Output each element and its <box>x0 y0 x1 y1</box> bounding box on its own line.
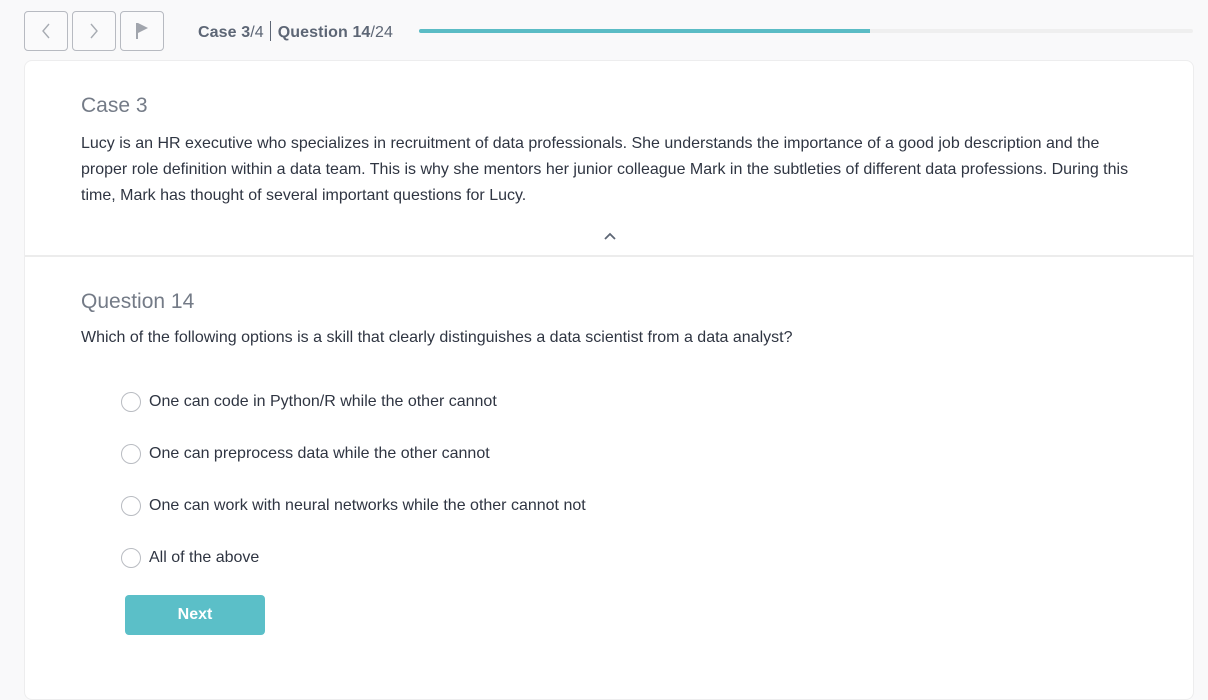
top-bar: Case 3/4 Question 14/24 <box>0 0 1208 60</box>
answer-option[interactable]: One can code in Python/R while the other… <box>121 376 586 428</box>
flag-button[interactable] <box>120 11 164 51</box>
case-current: 3 <box>241 24 251 41</box>
flag-icon <box>135 22 149 40</box>
question-total: /24 <box>370 24 393 41</box>
question-label: Question <box>277 24 348 41</box>
question-title: Question 14 <box>81 290 195 313</box>
answer-options: One can code in Python/R while the other… <box>121 376 586 584</box>
collapse-case-button[interactable] <box>601 229 619 243</box>
chevron-right-icon <box>89 23 99 39</box>
answer-option-label: One can preprocess data while the other … <box>149 445 490 462</box>
chevron-up-icon <box>604 227 616 245</box>
progress-separator <box>269 21 271 41</box>
progress-label: Case 3/4 Question 14/24 <box>198 21 393 42</box>
question-text: Which of the following options is a skil… <box>81 329 793 346</box>
case-description: Lucy is an HR executive who specializes … <box>81 135 1129 204</box>
question-current: 14 <box>352 24 371 41</box>
answer-option[interactable]: One can work with neural networks while … <box>121 480 586 532</box>
answer-option-label: All of the above <box>149 549 260 566</box>
progress-bar <box>419 29 1193 33</box>
answer-option[interactable]: One can preprocess data while the other … <box>121 428 586 480</box>
case-title: Case 3 <box>81 94 148 117</box>
case-label: Case <box>198 24 237 41</box>
progress-bar-fill <box>419 29 871 33</box>
radio-button[interactable] <box>121 392 141 412</box>
chevron-left-icon <box>41 23 51 39</box>
answer-option-label: One can work with neural networks while … <box>149 497 586 514</box>
case-section: Case 3 Lucy is an HR executive who speci… <box>25 61 1193 257</box>
radio-button[interactable] <box>121 444 141 464</box>
case-total: /4 <box>250 24 264 41</box>
next-button[interactable]: Next <box>125 595 265 635</box>
answer-option[interactable]: All of the above <box>121 532 586 584</box>
radio-button[interactable] <box>121 496 141 516</box>
next-question-nav-button[interactable] <box>72 11 116 51</box>
radio-button[interactable] <box>121 548 141 568</box>
answer-option-label: One can code in Python/R while the other… <box>149 393 497 410</box>
content-card: Case 3 Lucy is an HR executive who speci… <box>24 60 1194 700</box>
previous-button[interactable] <box>24 11 68 51</box>
